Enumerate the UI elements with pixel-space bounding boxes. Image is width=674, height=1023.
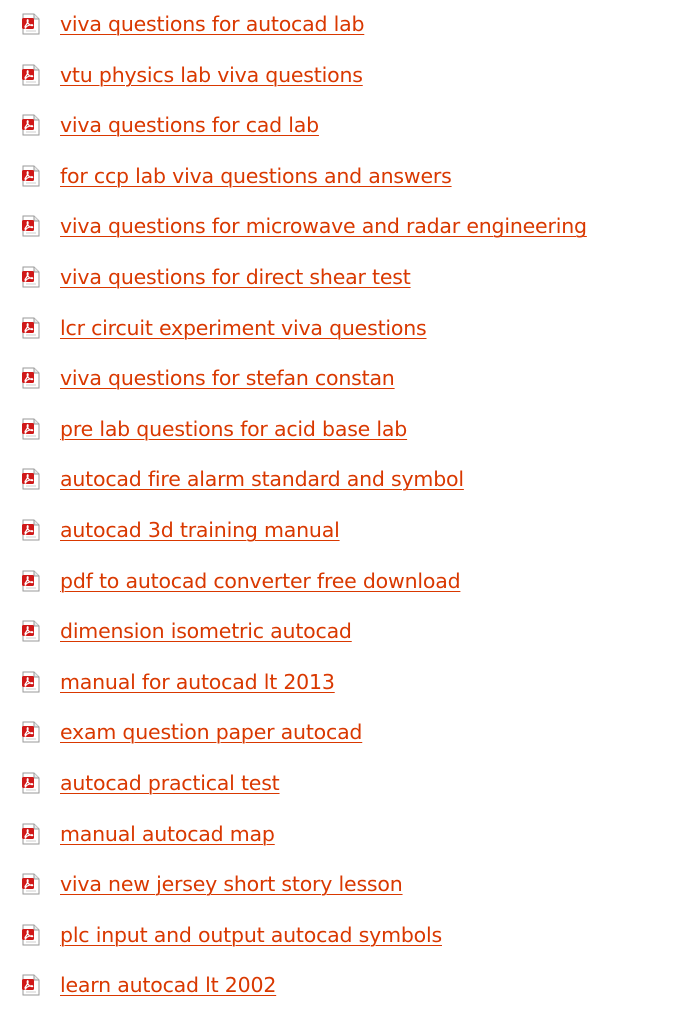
pdf-link[interactable]: viva questions for cad lab — [60, 113, 319, 137]
pdf-link[interactable]: learn autocad lt 2002 — [60, 973, 276, 997]
pdf-link[interactable]: for ccp lab viva questions and answers — [60, 164, 452, 188]
pdf-file-icon — [22, 772, 40, 794]
pdf-link[interactable]: viva questions for direct shear test — [60, 265, 411, 289]
pdf-file-icon — [22, 165, 40, 187]
pdf-file-icon — [22, 620, 40, 642]
pdf-file-icon — [22, 317, 40, 339]
pdf-file-icon — [22, 215, 40, 237]
pdf-file-icon — [22, 974, 40, 996]
pdf-file-icon — [22, 114, 40, 136]
pdf-file-icon — [22, 266, 40, 288]
pdf-link[interactable]: pre lab questions for acid base lab — [60, 417, 407, 441]
pdf-file-icon — [22, 519, 40, 541]
pdf-link[interactable]: vtu physics lab viva questions — [60, 63, 363, 87]
pdf-link[interactable]: lcr circuit experiment viva questions — [60, 316, 427, 340]
pdf-link-list: viva questions for autocad lab vtu physi… — [0, 0, 674, 1023]
pdf-link[interactable]: autocad practical test — [60, 771, 280, 795]
pdf-file-icon — [22, 924, 40, 946]
pdf-link[interactable]: autocad 3d training manual — [60, 518, 340, 542]
pdf-file-icon — [22, 64, 40, 86]
pdf-link[interactable]: manual for autocad lt 2013 — [60, 670, 335, 694]
pdf-file-icon — [22, 468, 40, 490]
pdf-file-icon — [22, 721, 40, 743]
pdf-link[interactable]: viva questions for microwave and radar e… — [60, 214, 587, 238]
pdf-file-icon — [22, 13, 40, 35]
pdf-link[interactable]: dimension isometric autocad — [60, 619, 352, 643]
pdf-link[interactable]: autocad fire alarm standard and symbol — [60, 467, 464, 491]
pdf-file-icon — [22, 873, 40, 895]
pdf-link[interactable]: manual autocad map — [60, 822, 275, 846]
pdf-link[interactable]: viva questions for autocad lab — [60, 12, 364, 36]
pdf-link[interactable]: pdf to autocad converter free download — [60, 569, 461, 593]
pdf-file-icon — [22, 367, 40, 389]
pdf-file-icon — [22, 823, 40, 845]
pdf-file-icon — [22, 418, 40, 440]
pdf-link[interactable]: plc input and output autocad symbols — [60, 923, 442, 947]
pdf-link[interactable]: exam question paper autocad — [60, 720, 362, 744]
pdf-link[interactable]: viva questions for stefan constan — [60, 366, 395, 390]
pdf-file-icon — [22, 671, 40, 693]
pdf-link[interactable]: viva new jersey short story lesson — [60, 872, 403, 896]
pdf-file-icon — [22, 570, 40, 592]
